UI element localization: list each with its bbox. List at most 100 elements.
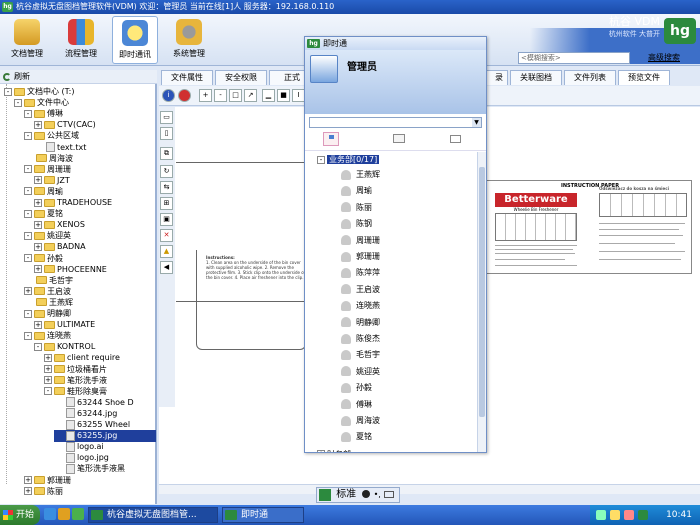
copy-tool-icon[interactable]: ⧉ [160, 147, 173, 160]
contact-item[interactable]: 周瑜 [341, 184, 372, 198]
collapse-icon[interactable]: - [24, 331, 32, 340]
zoom-in-icon[interactable]: + [199, 89, 212, 102]
quick-launch-ie-icon[interactable] [44, 508, 56, 520]
contact-item[interactable]: 陈俊杰 [341, 332, 380, 346]
tree-folder-item[interactable]: + 陈丽 [24, 486, 156, 498]
workflow-button[interactable]: 流程管理 [58, 16, 104, 64]
stamp-icon[interactable]: ▣ [160, 213, 173, 226]
zoom-fit-icon[interactable]: □ [229, 89, 242, 102]
collapse-icon[interactable]: - [24, 231, 32, 240]
collapse-icon[interactable]: - [24, 209, 32, 218]
chat-title-bar[interactable]: hg 即时通 [305, 37, 486, 50]
refresh-button[interactable]: 刷新 [0, 70, 157, 84]
tab-security[interactable]: 安全权限 [215, 70, 267, 85]
measure-icon[interactable]: ⊞ [160, 197, 173, 210]
expand-icon[interactable]: + [34, 320, 42, 329]
tray-security-icon[interactable] [624, 510, 634, 520]
tray-network-icon[interactable] [596, 510, 606, 520]
system-manage-button[interactable]: 系统管理 [166, 16, 212, 64]
contact-item[interactable]: 傅琳 [341, 398, 372, 412]
collapse-icon[interactable]: - [317, 155, 325, 164]
horizontal-scrollbar[interactable] [159, 484, 700, 494]
expand-icon[interactable]: + [34, 242, 42, 251]
collapse-icon[interactable]: - [4, 87, 12, 96]
expand-icon[interactable]: + [34, 265, 42, 274]
contact-item[interactable]: 明静卿 [341, 316, 380, 330]
expand-icon[interactable]: + [34, 176, 42, 185]
rect-tool-icon[interactable]: ■ [277, 89, 290, 102]
zoom-out-icon[interactable]: - [214, 89, 227, 102]
start-button[interactable]: 开始 [0, 505, 40, 525]
quick-launch-folder-icon[interactable] [58, 508, 70, 520]
contact-item[interactable]: 孙毅 [341, 381, 372, 395]
collapse-icon[interactable]: - [14, 98, 22, 107]
input-method-bar[interactable]: 标准 •, [316, 487, 400, 503]
rotate-icon[interactable]: ↻ [160, 165, 173, 178]
collapse-icon[interactable]: - [24, 165, 32, 174]
contact-item[interactable]: 郭珊珊 [341, 250, 380, 264]
delete-icon[interactable]: ✕ [160, 229, 173, 242]
pan-icon[interactable]: ↗ [244, 89, 257, 102]
conversations-icon[interactable] [449, 132, 465, 146]
collapse-icon[interactable]: - [24, 109, 32, 118]
contact-item[interactable]: 夏铭 [341, 430, 372, 444]
contact-item[interactable]: 陈萍萍 [341, 266, 380, 280]
expand-icon[interactable]: + [34, 198, 42, 207]
scrollbar-thumb[interactable] [479, 167, 485, 417]
flag-icon[interactable]: ◀ [160, 261, 173, 274]
taskbar-item-chat[interactable]: 即时通 [222, 507, 304, 523]
expand-icon[interactable]: + [44, 376, 52, 385]
expand-icon[interactable]: + [24, 287, 32, 296]
quick-launch-chat-icon[interactable] [72, 508, 84, 520]
expand-icon[interactable]: + [44, 353, 52, 362]
contact-item[interactable]: 连晓燕 [341, 299, 380, 313]
warning-icon[interactable]: ▲ [160, 245, 173, 258]
expand-icon[interactable]: + [24, 476, 32, 484]
org-tree-icon[interactable] [323, 132, 339, 146]
select-tool-icon[interactable]: ▭ [160, 111, 173, 124]
tray-hg-icon[interactable] [638, 510, 648, 520]
expand-icon[interactable]: + [34, 220, 42, 229]
tab-record[interactable]: 录 [484, 70, 508, 85]
tab-formal[interactable]: 正式 [269, 70, 309, 85]
info-icon[interactable]: i [162, 89, 175, 102]
contact-item[interactable]: 周海波 [341, 414, 380, 428]
chat-button[interactable]: 即时通讯 [112, 16, 158, 64]
tab-file-properties[interactable]: 文件属性 [161, 70, 213, 85]
group-row[interactable]: - 业务部[0/17] [317, 154, 380, 166]
frame-tool-icon[interactable]: ▯ [160, 127, 173, 140]
contact-item[interactable]: 周珊珊 [341, 234, 380, 248]
expand-icon[interactable]: + [317, 450, 325, 452]
collapse-icon[interactable]: - [24, 309, 32, 318]
contacts-icon[interactable] [391, 132, 407, 146]
stop-icon[interactable] [178, 89, 191, 102]
document-manage-button[interactable]: 文档管理 [4, 16, 50, 64]
contact-item[interactable]: 王启波 [341, 283, 380, 297]
tab-related-docs[interactable]: 关联图档 [510, 70, 562, 85]
tab-file-list[interactable]: 文件列表 [564, 70, 616, 85]
contact-item[interactable]: 姚迎英 [341, 365, 380, 379]
expand-icon[interactable]: + [44, 365, 52, 373]
collapse-icon[interactable]: - [24, 187, 32, 196]
contact-item[interactable]: 毛哲宇 [341, 348, 380, 362]
contact-item[interactable]: 陈丽 [341, 201, 372, 215]
collapse-icon[interactable]: - [44, 387, 52, 396]
collapse-icon[interactable]: - [34, 342, 42, 351]
group-row[interactable]: +财务部 [317, 449, 351, 452]
tab-preview[interactable]: 预览文件 [618, 70, 670, 85]
chevron-down-icon[interactable]: ▼ [472, 118, 481, 127]
advanced-search-link[interactable]: 高级搜索 [648, 52, 680, 63]
collapse-icon[interactable]: - [24, 131, 32, 140]
tray-volume-icon[interactable] [610, 510, 620, 520]
expand-icon[interactable]: + [34, 120, 42, 129]
line-tool-icon[interactable]: ▁ [262, 89, 275, 102]
contact-list-scrollbar[interactable] [477, 152, 486, 452]
chat-search-input[interactable]: ▼ [309, 117, 482, 128]
expand-icon[interactable]: + [24, 487, 32, 496]
contact-item[interactable]: 陈钢 [341, 217, 372, 231]
contact-item[interactable]: 王燕辉 [341, 168, 380, 182]
flip-icon[interactable]: ⇆ [160, 181, 173, 194]
user-avatar[interactable] [310, 55, 338, 83]
search-input[interactable]: <模糊搜索> [518, 52, 630, 64]
taskbar-item-vdm[interactable]: 杭谷虚拟无盘图档管... [88, 507, 218, 523]
